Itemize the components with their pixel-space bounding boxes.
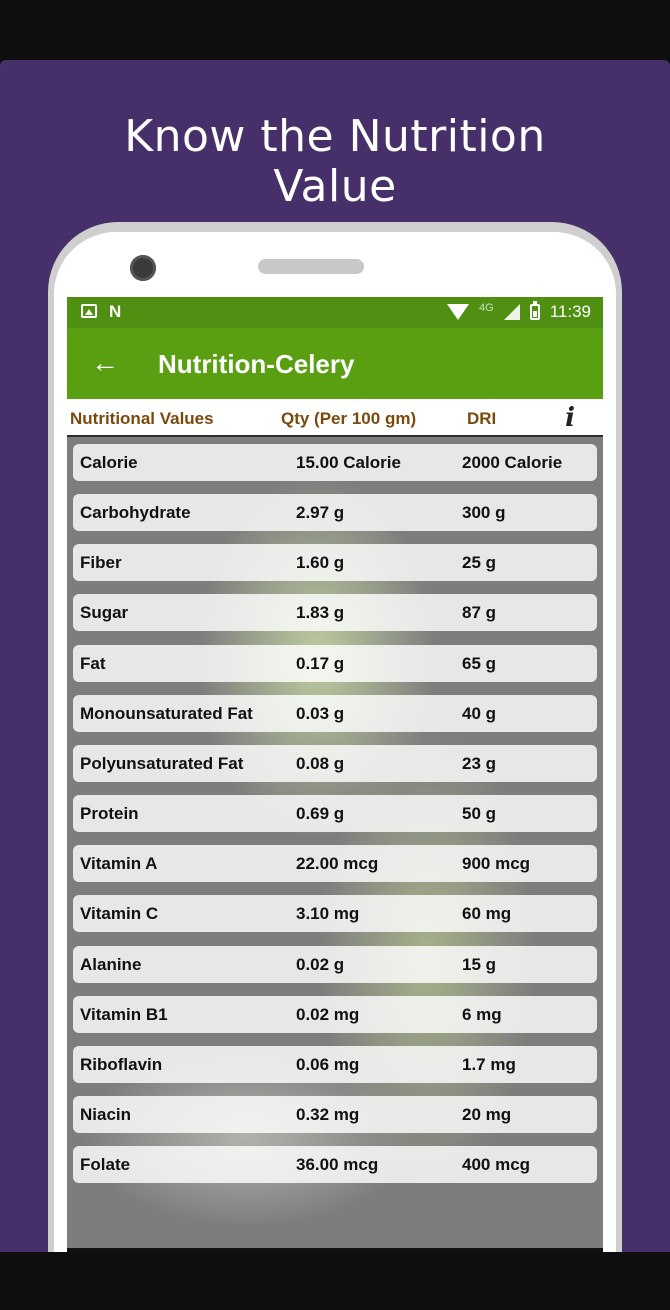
nutrient-name: Protein — [80, 804, 139, 823]
nutrient-name: Vitamin C — [80, 904, 159, 923]
clock: 11:39 — [549, 302, 591, 321]
nutrient-name: Fiber — [80, 553, 122, 572]
battery-icon — [529, 301, 540, 320]
table-row[interactable]: Vitamin C 3.10 mg 60 mg — [73, 895, 597, 932]
nutrient-dri: 900 mcg — [462, 854, 531, 873]
nutrient-qty: 1.60 g — [296, 553, 345, 572]
nutrient-qty: 22.00 mcg — [296, 854, 379, 873]
front-camera — [130, 255, 156, 281]
nutrient-dri: 87 g — [462, 603, 497, 622]
bottom-bezel — [0, 1252, 670, 1310]
header-dri: DRI — [467, 409, 497, 428]
table-row[interactable]: Folate 36.00 mcg 400 mcg — [73, 1146, 597, 1183]
nutrient-qty: 0.03 g — [296, 704, 345, 723]
table-row[interactable]: Carbohydrate 2.97 g 300 g — [73, 494, 597, 531]
nutrient-qty: 1.83 g — [296, 603, 345, 622]
nutrient-qty: 0.02 mg — [296, 1005, 360, 1024]
nutrient-dri: 6 mg — [462, 1005, 502, 1024]
nutrient-dri: 2000 Calorie — [462, 453, 563, 472]
nutrient-qty: 3.10 mg — [296, 904, 360, 923]
table-row[interactable]: Monounsaturated Fat 0.03 g 40 g — [73, 695, 597, 732]
nutrition-list[interactable]: Calorie 15.00 Calorie 2000 Calorie Carbohyd… — [67, 437, 603, 1252]
image-notification-icon — [81, 304, 97, 318]
table-row[interactable]: Vitamin B1 0.02 mg 6 mg — [73, 996, 597, 1033]
nutrient-name: Vitamin A — [80, 854, 158, 873]
status-bar: N 4G 11:39 — [67, 297, 603, 328]
table-header: Nutritional Values Qty (Per 100 gm) DRI … — [67, 399, 603, 437]
nutrient-qty: 0.02 g — [296, 955, 345, 974]
table-row[interactable]: Alanine 0.02 g 15 g — [73, 946, 597, 983]
nutrient-name: Polyunsaturated Fat — [80, 754, 244, 773]
nutrient-dri: 50 g — [462, 804, 497, 823]
table-row[interactable]: Vitamin A 22.00 mcg 900 mcg — [73, 845, 597, 882]
nutrient-dri: 40 g — [462, 704, 497, 723]
signal-icon — [503, 304, 520, 320]
nutrient-dri: 20 mg — [462, 1105, 512, 1124]
nutrient-qty: 0.69 g — [296, 804, 345, 823]
nutrient-qty: 36.00 mcg — [296, 1155, 379, 1174]
header-qty: Qty (Per 100 gm) — [281, 409, 417, 428]
n-notification-icon: N — [109, 302, 122, 321]
headline-line-1: Know the Nutrition — [124, 111, 546, 162]
nutrient-name: Fat — [80, 654, 106, 673]
header-nutritional-values: Nutritional Values — [70, 409, 214, 428]
table-row[interactable]: Fiber 1.60 g 25 g — [73, 544, 597, 581]
back-arrow-icon[interactable]: ← — [91, 348, 119, 378]
app-bar: ← Nutrition-Celery — [67, 328, 603, 399]
nutrient-dri: 25 g — [462, 553, 497, 572]
earpiece-speaker — [258, 259, 364, 274]
nutrient-name: Alanine — [80, 955, 142, 974]
info-icon[interactable]: i — [565, 403, 575, 433]
nutrient-dri: 23 g — [462, 754, 497, 773]
table-row[interactable]: Calorie 15.00 Calorie 2000 Calorie — [73, 444, 597, 481]
top-bezel — [0, 0, 670, 60]
nutrient-dri: 60 mg — [462, 904, 512, 923]
nutrient-name: Carbohydrate — [80, 503, 191, 522]
nutrient-qty: 0.32 mg — [296, 1105, 360, 1124]
table-row[interactable]: Niacin 0.32 mg 20 mg — [73, 1096, 597, 1133]
network-type: 4G — [479, 302, 494, 314]
nutrient-qty: 0.08 g — [296, 754, 345, 773]
promo-headline: Know the Nutrition Value — [0, 112, 670, 212]
nutrient-dri: 300 g — [462, 503, 506, 522]
nutrient-dri: 1.7 mg — [462, 1055, 516, 1074]
nutrient-name: Vitamin B1 — [80, 1005, 168, 1024]
nutrient-name: Riboflavin — [80, 1055, 163, 1074]
table-row[interactable]: Polyunsaturated Fat 0.08 g 23 g — [73, 745, 597, 782]
table-row[interactable]: Sugar 1.83 g 87 g — [73, 594, 597, 631]
nutrient-qty: 0.06 mg — [296, 1055, 360, 1074]
nutrient-dri: 65 g — [462, 654, 497, 673]
page-title: Nutrition-Celery — [158, 349, 355, 379]
table-row[interactable]: Protein 0.69 g 50 g — [73, 795, 597, 832]
nutrient-dri: 400 mcg — [462, 1155, 531, 1174]
nutrient-name: Monounsaturated Fat — [80, 704, 253, 723]
table-row[interactable]: Fat 0.17 g 65 g — [73, 645, 597, 682]
nutrient-name: Folate — [80, 1155, 131, 1174]
table-row[interactable]: Riboflavin 0.06 mg 1.7 mg — [73, 1046, 597, 1083]
wifi-icon — [447, 304, 470, 320]
headline-line-2: Value — [273, 161, 397, 212]
nutrient-qty: 15.00 Calorie — [296, 453, 401, 472]
nutrient-name: Sugar — [80, 603, 129, 622]
nutrient-name: Niacin — [80, 1105, 132, 1124]
nutrient-qty: 0.17 g — [296, 654, 345, 673]
nutrient-qty: 2.97 g — [296, 503, 345, 522]
nutrient-name: Calorie — [80, 453, 138, 472]
nutrient-dri: 15 g — [462, 955, 497, 974]
phone-screen: N 4G 11:39 ← Nutrition-Celery Nutritiona… — [67, 297, 603, 1252]
